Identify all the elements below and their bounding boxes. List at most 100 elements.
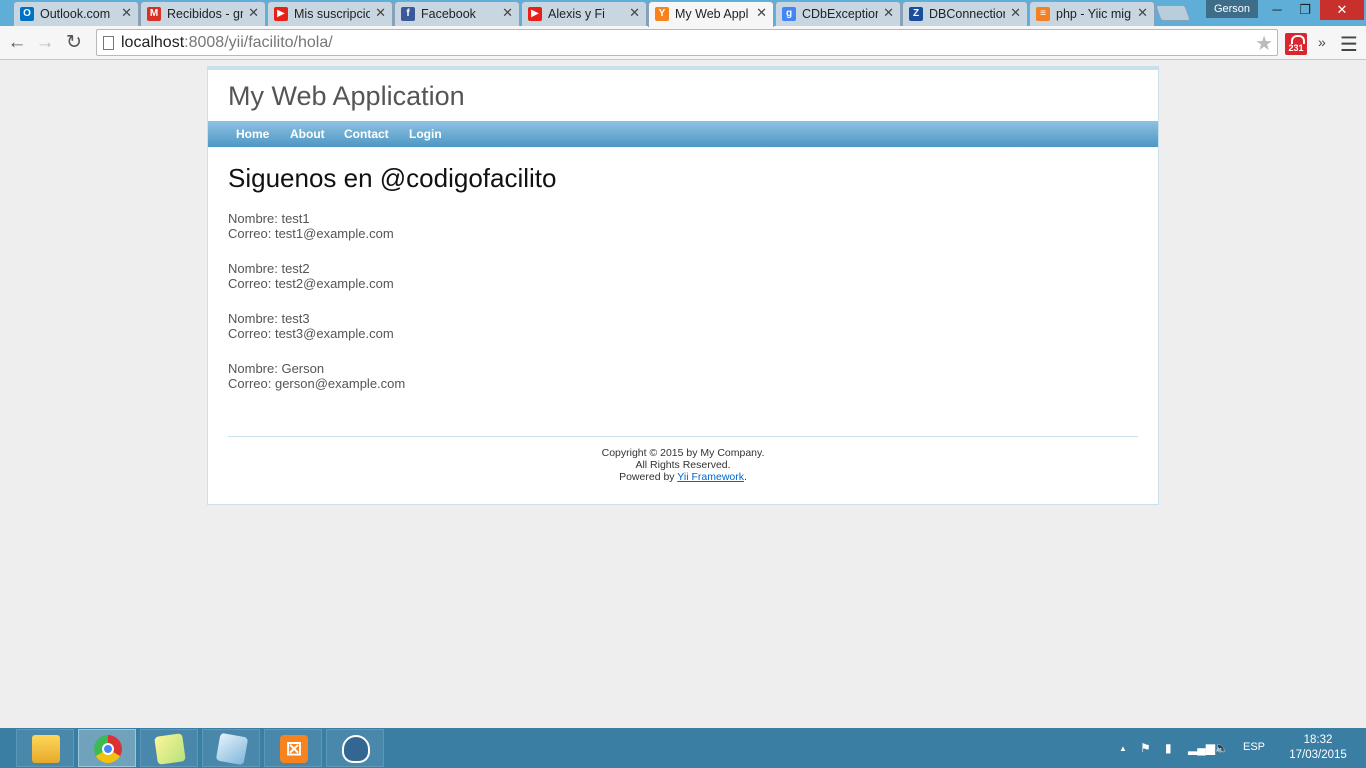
show-hidden-icons-icon[interactable]: ▲ [1119,744,1127,753]
tab-title: Outlook.com [40,7,111,21]
clock-date: 17/03/2015 [1289,749,1347,761]
chrome-icon [94,735,122,763]
browser-tab[interactable]: Y My Web Appl ✕ [648,1,774,27]
back-arrow-icon[interactable]: ← [5,31,29,55]
browser-tab[interactable]: ▶ Mis suscripcio ✕ [267,1,393,26]
user-correo: Correo: test1@example.com [228,226,394,241]
browser-tab-strip: O Outlook.com ✕ M Recibidos - gm ✕ ▶ Mis suscri… [0,0,1366,27]
bookmark-star-icon[interactable]: ★ [1255,31,1273,56]
tab-title: php - Yiic mig [1056,7,1132,21]
browser-tab[interactable]: ▶ Alexis y Fi ✕ [521,1,647,26]
new-tab-button[interactable] [1155,5,1191,21]
youtube-icon: ▶ [274,7,288,21]
menu-about-link[interactable]: About [290,127,325,141]
yii-icon: Y [655,7,669,21]
youtube-icon: ▶ [528,7,542,21]
menu-login-link[interactable]: Login [409,127,442,141]
flag-icon[interactable]: ⚑ [1140,741,1151,755]
restore-icon[interactable]: ❐ [1290,0,1320,20]
zend-icon: Z [909,7,923,21]
menu-contact-link[interactable]: Contact [344,127,389,141]
gmail-icon: M [147,7,161,21]
tab-title: Alexis y Fi [548,7,605,21]
browser-toolbar: ← → ↻ localhost:8008/yii/facilito/hola/ … [0,26,1366,60]
taskbar-chrome[interactable] [78,729,136,767]
tab-title: My Web Appl [675,7,749,21]
url-path: :8008/yii/facilito/hola/ [184,34,333,51]
profile-button[interactable]: Gerson [1206,0,1258,18]
page-icon [103,36,114,50]
close-tab-icon[interactable]: ✕ [248,5,259,21]
reload-icon[interactable]: ↻ [62,31,86,55]
xampp-icon: ⊠ [280,735,308,763]
user-correo: Correo: test2@example.com [228,276,394,291]
tab-title: Mis suscripcio [294,7,370,21]
browser-tab[interactable]: O Outlook.com ✕ [13,1,139,26]
extension-badge-icon[interactable]: 231 [1285,33,1307,55]
close-tab-icon[interactable]: ✕ [121,5,132,21]
close-tab-icon[interactable]: ✕ [375,5,386,21]
power-icon[interactable]: ▮ [1165,741,1172,755]
address-bar[interactable]: localhost:8008/yii/facilito/hola/ ★ [96,29,1278,56]
browser-tab[interactable]: M Recibidos - gm ✕ [140,1,266,26]
outlook-icon: O [20,7,34,21]
close-tab-icon[interactable]: ✕ [1137,5,1148,21]
tab-title: Facebook [421,7,476,21]
tab-title: DBConnection [929,7,1005,21]
forward-arrow-icon[interactable]: → [33,31,57,55]
close-tab-icon[interactable]: ✕ [502,5,513,21]
user-correo: Correo: test3@example.com [228,326,394,341]
facebook-icon: f [401,7,415,21]
user-entry: Nombre: test3 Correo: test3@example.com [228,311,394,341]
footer-copyright: Copyright © 2015 by My Company. [601,447,765,459]
minimize-icon[interactable]: ─ [1262,0,1292,20]
tab-title: Recibidos - gm [167,7,243,21]
user-correo: Correo: gerson@example.com [228,376,406,391]
volume-icon[interactable]: 🔈 [1214,741,1229,755]
browser-tab[interactable]: ≡ php - Yiic mig ✕ [1029,1,1155,26]
main-menu: Home About Contact Login [208,121,1158,147]
tab-title: CDbException [802,7,878,21]
user-nombre: Nombre: test1 [228,211,310,226]
close-tab-icon[interactable]: ✕ [1010,5,1021,21]
taskbar-notepad[interactable] [202,729,260,767]
browser-tab[interactable]: f Facebook ✕ [394,1,520,26]
postgresql-icon [342,735,370,763]
close-tab-icon[interactable]: ✕ [756,5,767,21]
notepad-icon [215,732,249,766]
user-nombre: Nombre: Gerson [228,361,325,376]
close-tab-icon[interactable]: ✕ [883,5,894,21]
close-tab-icon[interactable]: ✕ [629,5,640,21]
chrome-menu-icon[interactable]: ☰ [1340,32,1358,57]
url-host: localhost [121,34,185,51]
taskbar-sticky-notes[interactable] [140,729,198,767]
browser-tab[interactable]: Z DBConnection ✕ [902,1,1028,26]
windows-taskbar: ⊠ [0,728,1366,768]
user-entry: Nombre: test1 Correo: test1@example.com [228,211,394,241]
language-indicator[interactable]: ESP [1243,741,1265,753]
footer-powered-suffix: . [743,471,747,483]
taskbar-postgresql[interactable] [326,729,384,767]
system-clock[interactable]: 18:32 17/03/2015 [1278,733,1358,763]
menu-home-link[interactable]: Home [236,127,269,141]
main-content: Siguenos en @codigofacilito Nombre: test… [228,163,557,391]
page-container: My Web Application Home About Contact Lo… [207,66,1159,505]
close-window-icon[interactable]: ✕ [1320,0,1364,20]
clock-time: 18:32 [1303,734,1333,746]
browser-tab[interactable]: g CDbException ✕ [775,1,901,26]
google-icon: g [782,7,796,21]
url-text[interactable]: localhost:8008/yii/facilito/hola/ [121,34,333,52]
user-nombre: Nombre: test2 [228,261,310,276]
footer-rights: All Rights Reserved. [635,459,731,471]
network-icon[interactable]: ▂▄▆ [1188,741,1215,755]
user-nombre: Nombre: test3 [228,311,310,326]
sticky-notes-icon [154,733,186,765]
footer-powered: Powered by Yii Framework. [228,471,1138,483]
user-entry: Nombre: test2 Correo: test2@example.com [228,261,394,291]
taskbar-file-explorer[interactable] [16,729,74,767]
yii-framework-link[interactable]: Yii Framework [677,471,744,483]
user-entry: Nombre: Gerson Correo: gerson@example.co… [228,361,405,391]
site-footer: Copyright © 2015 by My Company. All Righ… [228,436,1138,483]
extensions-overflow-icon[interactable]: » [1318,34,1326,50]
taskbar-xampp[interactable]: ⊠ [264,729,322,767]
